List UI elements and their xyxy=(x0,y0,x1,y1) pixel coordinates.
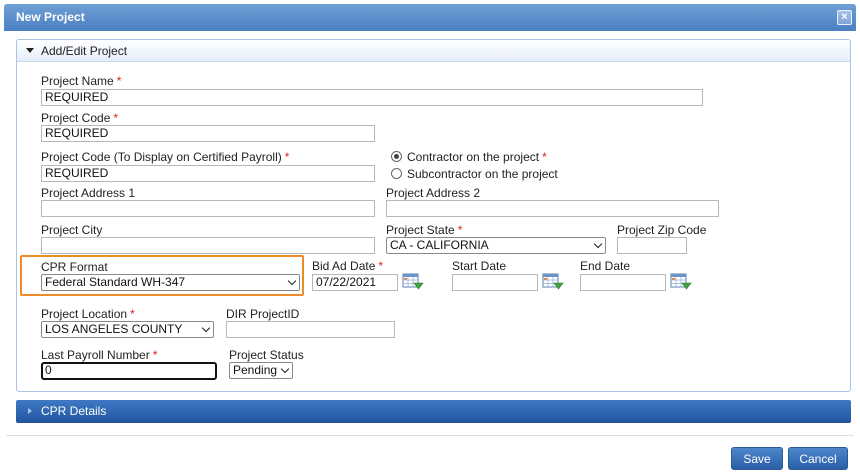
project-name-input[interactable]: REQUIRED xyxy=(41,89,703,106)
project-code-input[interactable]: REQUIRED xyxy=(41,125,375,142)
project-code-label: Project Code * xyxy=(41,111,118,125)
required-marker: * xyxy=(457,223,463,237)
add-edit-project-header[interactable]: Add/Edit Project xyxy=(17,40,850,62)
address2-label: Project Address 2 xyxy=(386,186,481,200)
save-button[interactable]: Save xyxy=(731,447,783,470)
address1-label: Project Address 1 xyxy=(41,186,136,200)
required-marker: * xyxy=(378,259,384,273)
caret-right-icon xyxy=(28,408,32,414)
project-code-cpr-label: Project Code (To Display on Certified Pa… xyxy=(41,150,289,164)
required-marker: * xyxy=(130,307,135,321)
project-code-label-text: Project Code xyxy=(41,111,111,125)
state-select[interactable]: CA - CALIFORNIA xyxy=(386,237,606,254)
dir-project-id-label: DIR ProjectID xyxy=(226,307,300,321)
city-label: Project City xyxy=(41,223,103,237)
required-marker: * xyxy=(113,111,119,125)
required-marker: * xyxy=(284,150,290,164)
project-code-cpr-input[interactable]: REQUIRED xyxy=(41,165,375,182)
project-name-label: Project Name * xyxy=(41,74,121,88)
dialog-title-bar: New Project × xyxy=(4,4,856,31)
location-select-value: LOS ANGELES COUNTY xyxy=(45,322,183,336)
last-payroll-number-label-text: Last Payroll Number xyxy=(41,348,150,362)
state-label-text: Project State xyxy=(386,223,455,237)
cancel-button[interactable]: Cancel xyxy=(788,447,848,470)
caret-down-icon xyxy=(26,48,34,53)
calendar-icon[interactable] xyxy=(670,273,692,291)
last-payroll-number-input[interactable]: 0 xyxy=(41,362,217,380)
chevron-down-icon xyxy=(201,323,211,333)
start-date-input[interactable] xyxy=(452,274,538,291)
city-input[interactable] xyxy=(41,237,375,254)
end-date-input[interactable] xyxy=(580,274,666,291)
cpr-format-select[interactable]: Federal Standard WH-347 xyxy=(41,274,300,291)
last-payroll-number-label: Last Payroll Number * xyxy=(41,348,157,362)
required-marker: * xyxy=(542,150,547,164)
cpr-details-header[interactable]: CPR Details xyxy=(16,400,851,423)
chevron-down-icon xyxy=(287,276,297,286)
calendar-icon[interactable] xyxy=(402,273,424,291)
subcontractor-radio-label[interactable]: Subcontractor on the project xyxy=(407,167,558,181)
state-label: Project State * xyxy=(386,223,462,237)
location-label-text: Project Location xyxy=(41,307,128,321)
address2-input[interactable] xyxy=(386,200,719,217)
contractor-radio[interactable] xyxy=(391,151,402,162)
close-icon[interactable]: × xyxy=(837,10,852,25)
dir-project-id-input[interactable] xyxy=(226,321,395,338)
project-name-label-text: Project Name xyxy=(41,74,114,88)
calendar-icon[interactable] xyxy=(542,273,564,291)
required-marker: * xyxy=(116,74,122,88)
zip-input[interactable] xyxy=(617,237,687,254)
bid-ad-date-input[interactable]: 07/22/2021 xyxy=(312,274,398,291)
project-code-cpr-label-text: Project Code (To Display on Certified Pa… xyxy=(41,150,282,164)
required-marker: * xyxy=(152,348,158,362)
end-date-label: End Date xyxy=(580,259,631,273)
dialog-title: New Project xyxy=(16,10,85,24)
location-select[interactable]: LOS ANGELES COUNTY xyxy=(41,321,214,338)
location-label: Project Location * xyxy=(41,307,135,321)
project-status-select-value: Pending xyxy=(233,363,278,377)
cpr-format-label: CPR Format xyxy=(41,260,108,274)
state-select-value: CA - CALIFORNIA xyxy=(390,238,489,252)
subcontractor-radio[interactable] xyxy=(391,168,402,179)
chevron-down-icon xyxy=(280,364,290,374)
bid-ad-date-label-text: Bid Ad Date xyxy=(312,259,376,273)
address1-input[interactable] xyxy=(41,200,375,217)
contractor-radio-label-text: Contractor on the project xyxy=(407,150,540,164)
footer-divider xyxy=(6,435,854,436)
project-status-select[interactable]: Pending xyxy=(229,362,293,379)
chevron-down-icon xyxy=(593,239,603,249)
contractor-radio-label[interactable]: Contractor on the project * xyxy=(407,150,547,164)
start-date-label: Start Date xyxy=(452,259,507,273)
cpr-details-title: CPR Details xyxy=(41,404,107,418)
zip-label: Project Zip Code xyxy=(617,223,707,237)
section-title: Add/Edit Project xyxy=(41,44,128,58)
project-status-label: Project Status xyxy=(229,348,304,362)
cpr-format-select-value: Federal Standard WH-347 xyxy=(45,275,186,289)
bid-ad-date-label: Bid Ad Date * xyxy=(312,259,383,273)
